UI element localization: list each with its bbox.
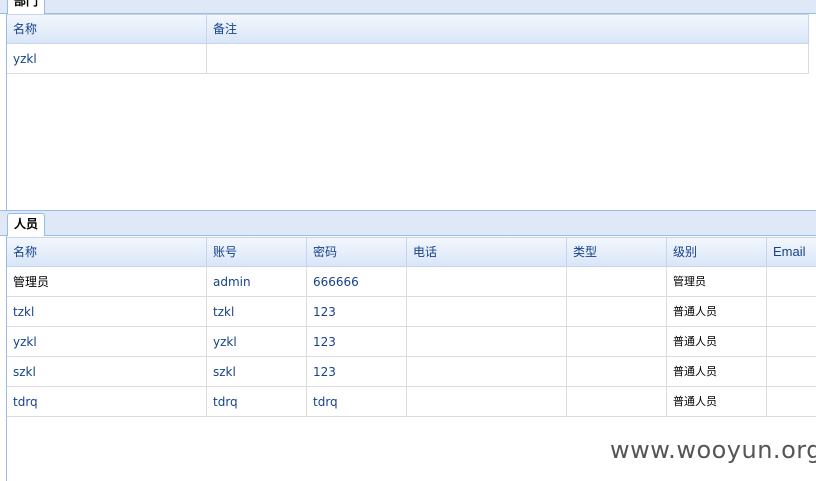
cell-password: tdrq	[307, 387, 407, 416]
table-row[interactable]: tzkl tzkl 123 普通人员	[7, 297, 816, 327]
cell-email	[767, 327, 816, 356]
cell-email	[767, 267, 816, 296]
cell-type	[567, 267, 667, 296]
cell-phone	[407, 387, 567, 416]
cell-phone	[407, 267, 567, 296]
cell-level: 管理员	[667, 267, 767, 296]
cell-remark	[207, 44, 809, 73]
cell-phone	[407, 297, 567, 326]
cell-account: tzkl	[207, 297, 307, 326]
cell-name: 管理员	[7, 267, 207, 296]
cell-type	[567, 357, 667, 386]
cell-type	[567, 327, 667, 356]
cell-account: tdrq	[207, 387, 307, 416]
cell-level: 普通人员	[667, 387, 767, 416]
column-header-level[interactable]: 级别	[667, 238, 767, 266]
column-header-name[interactable]: 名称	[7, 238, 207, 266]
tab-dept[interactable]: 部门	[7, 0, 46, 14]
table-row[interactable]: 管理员 admin 666666 管理员	[7, 267, 816, 297]
column-header-remark[interactable]: 备注	[207, 15, 809, 43]
cell-phone	[407, 357, 567, 386]
cell-account: szkl	[207, 357, 307, 386]
cell-password: 666666	[307, 267, 407, 296]
cell-password: 123	[307, 297, 407, 326]
cell-phone	[407, 327, 567, 356]
tab-people[interactable]: 人员	[7, 213, 46, 237]
table-row[interactable]: yzkl	[7, 44, 809, 74]
column-header-name[interactable]: 名称	[7, 15, 207, 43]
table-row[interactable]: yzkl yzkl 123 普通人员	[7, 327, 816, 357]
column-header-phone[interactable]: 电话	[407, 238, 567, 266]
cell-password: 123	[307, 357, 407, 386]
cell-password: 123	[307, 327, 407, 356]
cell-name: tzkl	[7, 297, 207, 326]
dept-grid: 名称 备注 yzkl	[6, 14, 816, 210]
cell-email	[767, 297, 816, 326]
cell-email	[767, 357, 816, 386]
cell-name: yzkl	[7, 327, 207, 356]
cell-level: 普通人员	[667, 297, 767, 326]
column-header-password[interactable]: 密码	[307, 238, 407, 266]
cell-email	[767, 387, 816, 416]
cell-name: tdrq	[7, 387, 207, 416]
dept-tabstrip: 部门	[0, 0, 816, 14]
column-header-account[interactable]: 账号	[207, 238, 307, 266]
table-row[interactable]: tdrq tdrq tdrq 普通人员	[7, 387, 816, 417]
cell-type	[567, 297, 667, 326]
watermark-text: www.wooyun.org	[610, 436, 816, 464]
table-row[interactable]: szkl szkl 123 普通人员	[7, 357, 816, 387]
cell-name: yzkl	[7, 44, 207, 73]
cell-name: szkl	[7, 357, 207, 386]
people-tabstrip: 人员	[0, 210, 816, 237]
column-header-type[interactable]: 类型	[567, 238, 667, 266]
cell-level: 普通人员	[667, 327, 767, 356]
dept-grid-header: 名称 备注	[7, 14, 809, 44]
cell-level: 普通人员	[667, 357, 767, 386]
cell-account: admin	[207, 267, 307, 296]
cell-account: yzkl	[207, 327, 307, 356]
column-header-email[interactable]: Email	[767, 238, 816, 266]
cell-type	[567, 387, 667, 416]
people-grid-header: 名称 账号 密码 电话 类型 级别 Email	[7, 237, 816, 267]
